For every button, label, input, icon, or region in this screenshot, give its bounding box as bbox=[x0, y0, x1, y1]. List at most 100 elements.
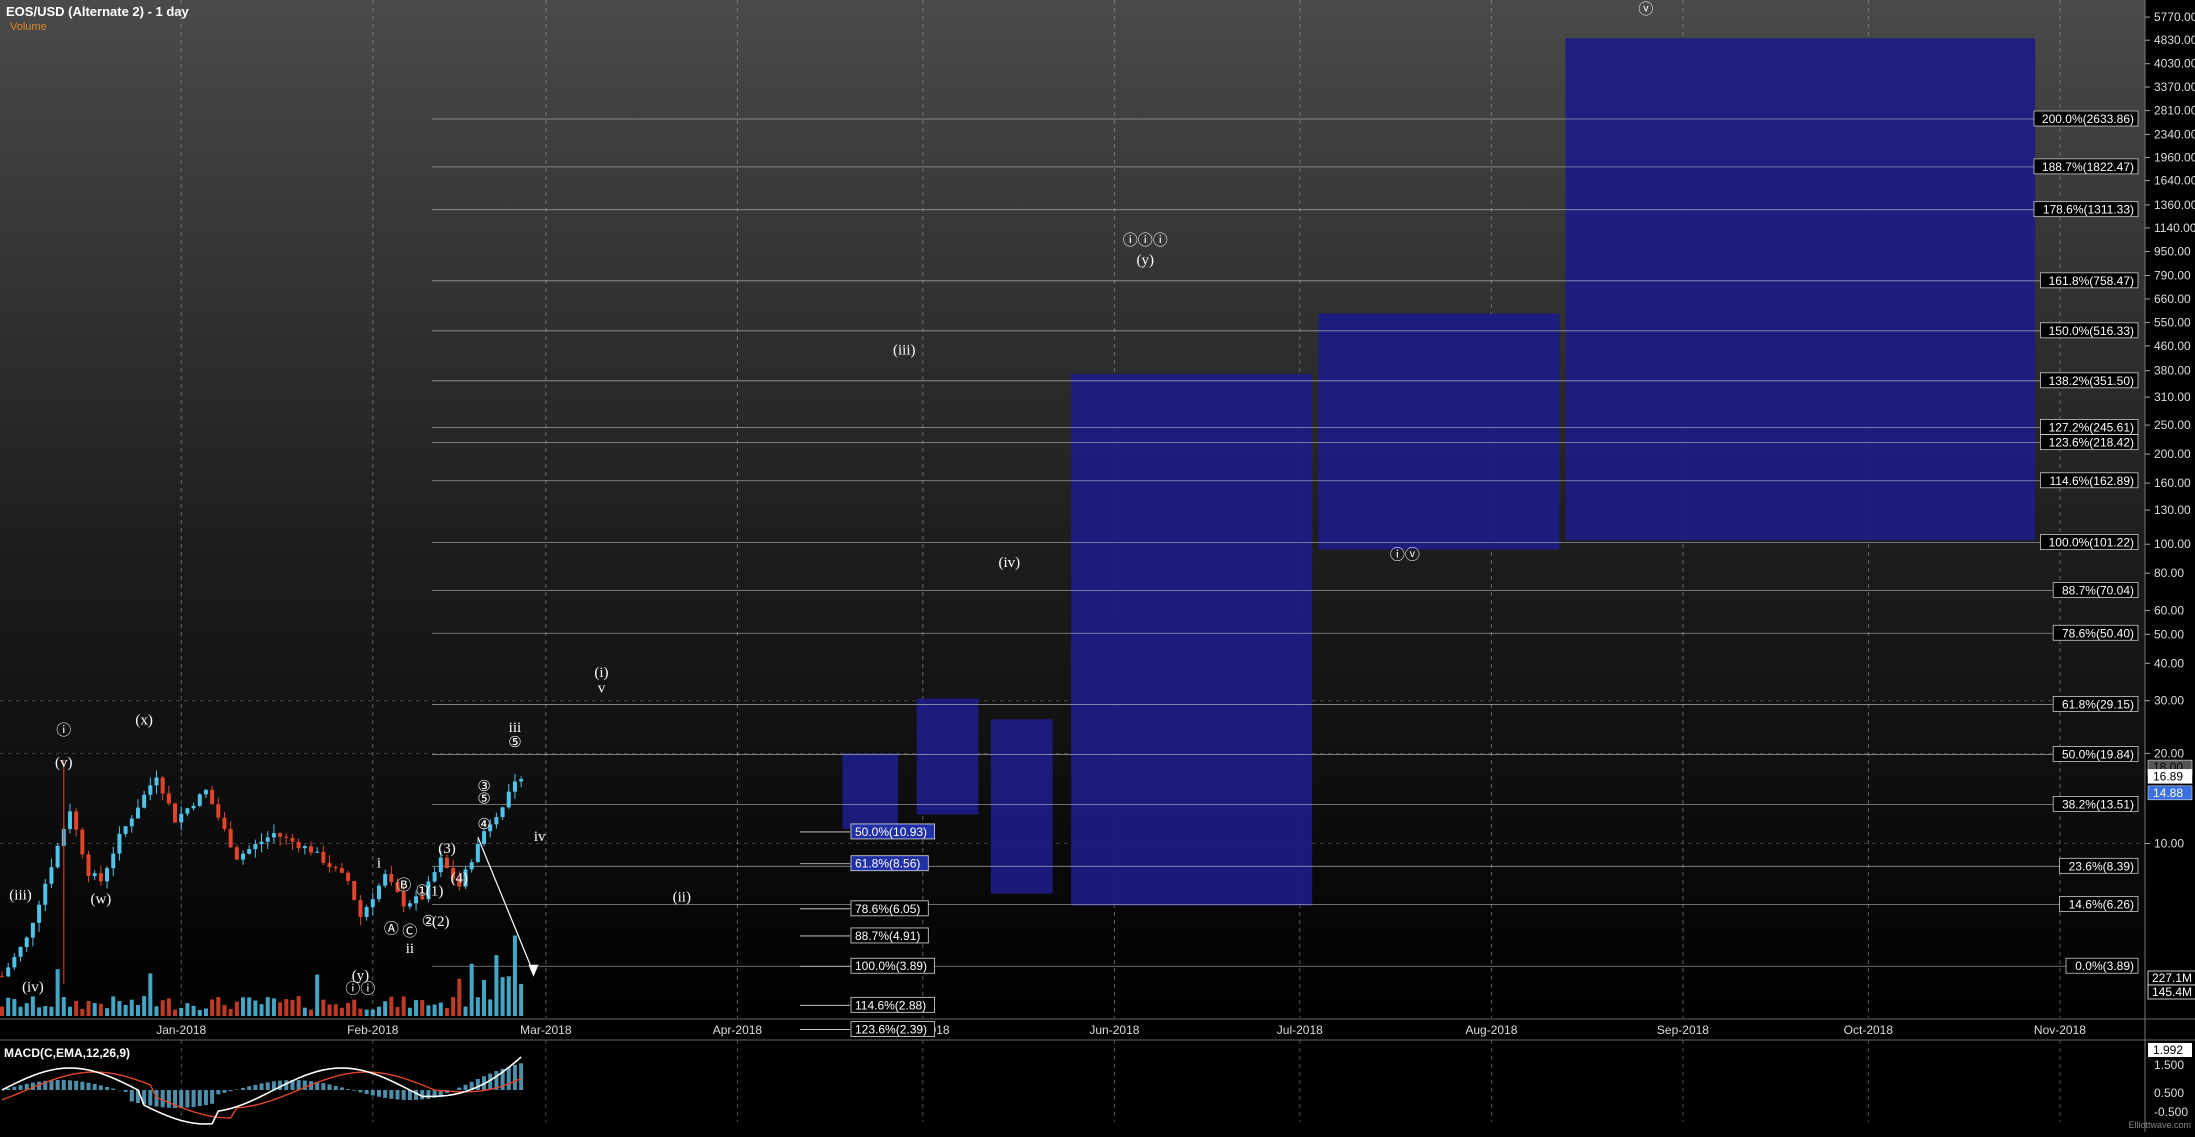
volume-bar bbox=[482, 980, 486, 1016]
macd-histogram-bar bbox=[334, 1086, 338, 1090]
candle-body bbox=[142, 795, 146, 808]
volume-bar bbox=[253, 1001, 257, 1016]
macd-histogram-bar bbox=[80, 1082, 84, 1090]
candle-body bbox=[19, 947, 23, 957]
candle-body bbox=[222, 818, 226, 829]
candle-body bbox=[204, 790, 208, 795]
wave-label: ⓘⓘ bbox=[345, 981, 375, 998]
candle-body bbox=[389, 874, 393, 882]
volume-bar bbox=[402, 996, 406, 1016]
volume-bar bbox=[309, 1010, 313, 1016]
candle-body bbox=[290, 838, 294, 842]
chart-canvas[interactable]: Jan-2018Feb-2018Mar-2018Apr-2018May-2018… bbox=[0, 0, 2195, 1132]
volume-bar bbox=[389, 997, 393, 1016]
volume-bar bbox=[470, 964, 474, 1016]
wave-label: (2) bbox=[432, 914, 450, 930]
candle-body bbox=[210, 790, 214, 804]
candle-body bbox=[93, 873, 97, 876]
volume-bar bbox=[396, 1007, 400, 1016]
y-tick-label: 310.00 bbox=[2154, 390, 2191, 404]
volume-bar bbox=[80, 1009, 84, 1016]
wave-label: (1) bbox=[426, 884, 444, 900]
candle-body bbox=[216, 804, 220, 817]
candle-body bbox=[439, 858, 443, 873]
y-tick-label: 1360.00 bbox=[2154, 198, 2195, 212]
macd-histogram-bar bbox=[328, 1084, 332, 1090]
wave-label: (y) bbox=[1137, 253, 1155, 269]
last-price-label: 14.88 bbox=[2153, 786, 2183, 800]
wave-label: ii bbox=[406, 941, 414, 957]
candle-body bbox=[80, 830, 84, 855]
volume-bar bbox=[297, 996, 301, 1016]
candle-body bbox=[130, 819, 134, 827]
candle-body bbox=[346, 873, 350, 881]
wave-label: iv bbox=[534, 829, 546, 845]
volume-bar bbox=[426, 1005, 430, 1016]
candle-body bbox=[49, 867, 53, 884]
fib-label: 88.7%(70.04) bbox=[2062, 583, 2134, 597]
candle-body bbox=[507, 792, 511, 808]
volume-bar bbox=[161, 1000, 165, 1016]
candle-body bbox=[494, 817, 498, 824]
y-tick-label: 200.00 bbox=[2154, 447, 2191, 461]
candle-body bbox=[253, 844, 257, 849]
wave-label: ⑤ bbox=[477, 792, 490, 808]
last-price-label: 16.89 bbox=[2153, 769, 2183, 783]
fib-label: 150.0%(516.33) bbox=[2049, 324, 2134, 338]
volume-bar bbox=[365, 1010, 369, 1016]
volume-bar bbox=[0, 1007, 4, 1016]
wave-label: iii bbox=[509, 720, 522, 736]
candle-body bbox=[377, 886, 381, 899]
candle-body bbox=[167, 793, 171, 803]
wave-label: (iii) bbox=[893, 343, 916, 359]
candle-body bbox=[297, 842, 301, 848]
macd-histogram-bar bbox=[56, 1080, 60, 1090]
wave-label: Ⓐ bbox=[384, 921, 399, 938]
macd-histogram-bar bbox=[124, 1090, 128, 1092]
volume-bar bbox=[130, 1000, 134, 1016]
candle-body bbox=[117, 834, 121, 854]
candle-body bbox=[136, 808, 140, 819]
volume-bar bbox=[99, 1004, 103, 1016]
y-tick-label: 550.00 bbox=[2154, 316, 2191, 330]
volume-bar bbox=[334, 1004, 338, 1016]
y-tick-label: 2340.00 bbox=[2154, 127, 2195, 141]
candle-body bbox=[0, 976, 4, 977]
wave-label: (ii) bbox=[673, 890, 691, 906]
volume-bar bbox=[383, 1001, 387, 1016]
y-tick-label: 80.00 bbox=[2154, 566, 2184, 580]
macd-histogram-bar bbox=[253, 1085, 257, 1090]
candle-body bbox=[43, 884, 47, 905]
macd-histogram-bar bbox=[371, 1090, 375, 1095]
volume-bar bbox=[420, 1000, 424, 1016]
volume-bar bbox=[247, 997, 251, 1016]
candle-body bbox=[111, 854, 115, 869]
volume-bar bbox=[464, 1007, 468, 1016]
y-tick-label: 1140.00 bbox=[2154, 221, 2195, 235]
wave-label: (x) bbox=[135, 712, 153, 728]
macd-histogram-bar bbox=[222, 1090, 226, 1093]
wave-label: (iv) bbox=[22, 980, 44, 996]
target-box-iv2-box bbox=[1318, 313, 1559, 549]
macd-histogram-bar bbox=[130, 1090, 134, 1102]
macd-histogram-bar bbox=[260, 1083, 264, 1090]
volume-bar bbox=[457, 979, 461, 1016]
target-box-v-box bbox=[1566, 38, 2036, 540]
candle-body bbox=[6, 967, 10, 976]
fib-label: 23.6%(8.39) bbox=[2069, 859, 2134, 873]
volume-bar bbox=[358, 1009, 362, 1016]
macd-histogram-bar bbox=[457, 1088, 461, 1090]
macd-histogram-bar bbox=[358, 1090, 362, 1092]
wave-label: ⓥ bbox=[1638, 1, 1653, 18]
macd-histogram-bar bbox=[204, 1090, 208, 1105]
candle-body bbox=[352, 881, 356, 900]
candle-body bbox=[278, 833, 282, 837]
volume-bar bbox=[25, 1003, 29, 1016]
volume-bar bbox=[124, 1005, 128, 1016]
macd-histogram-bar bbox=[297, 1080, 301, 1090]
wave-label: Ⓑ bbox=[396, 877, 411, 894]
volume-bar bbox=[408, 1008, 412, 1016]
fib-mid-label: 114.6%(2.88) bbox=[855, 998, 926, 1012]
volume-bar bbox=[105, 1008, 109, 1016]
volume-bar bbox=[117, 1001, 121, 1016]
